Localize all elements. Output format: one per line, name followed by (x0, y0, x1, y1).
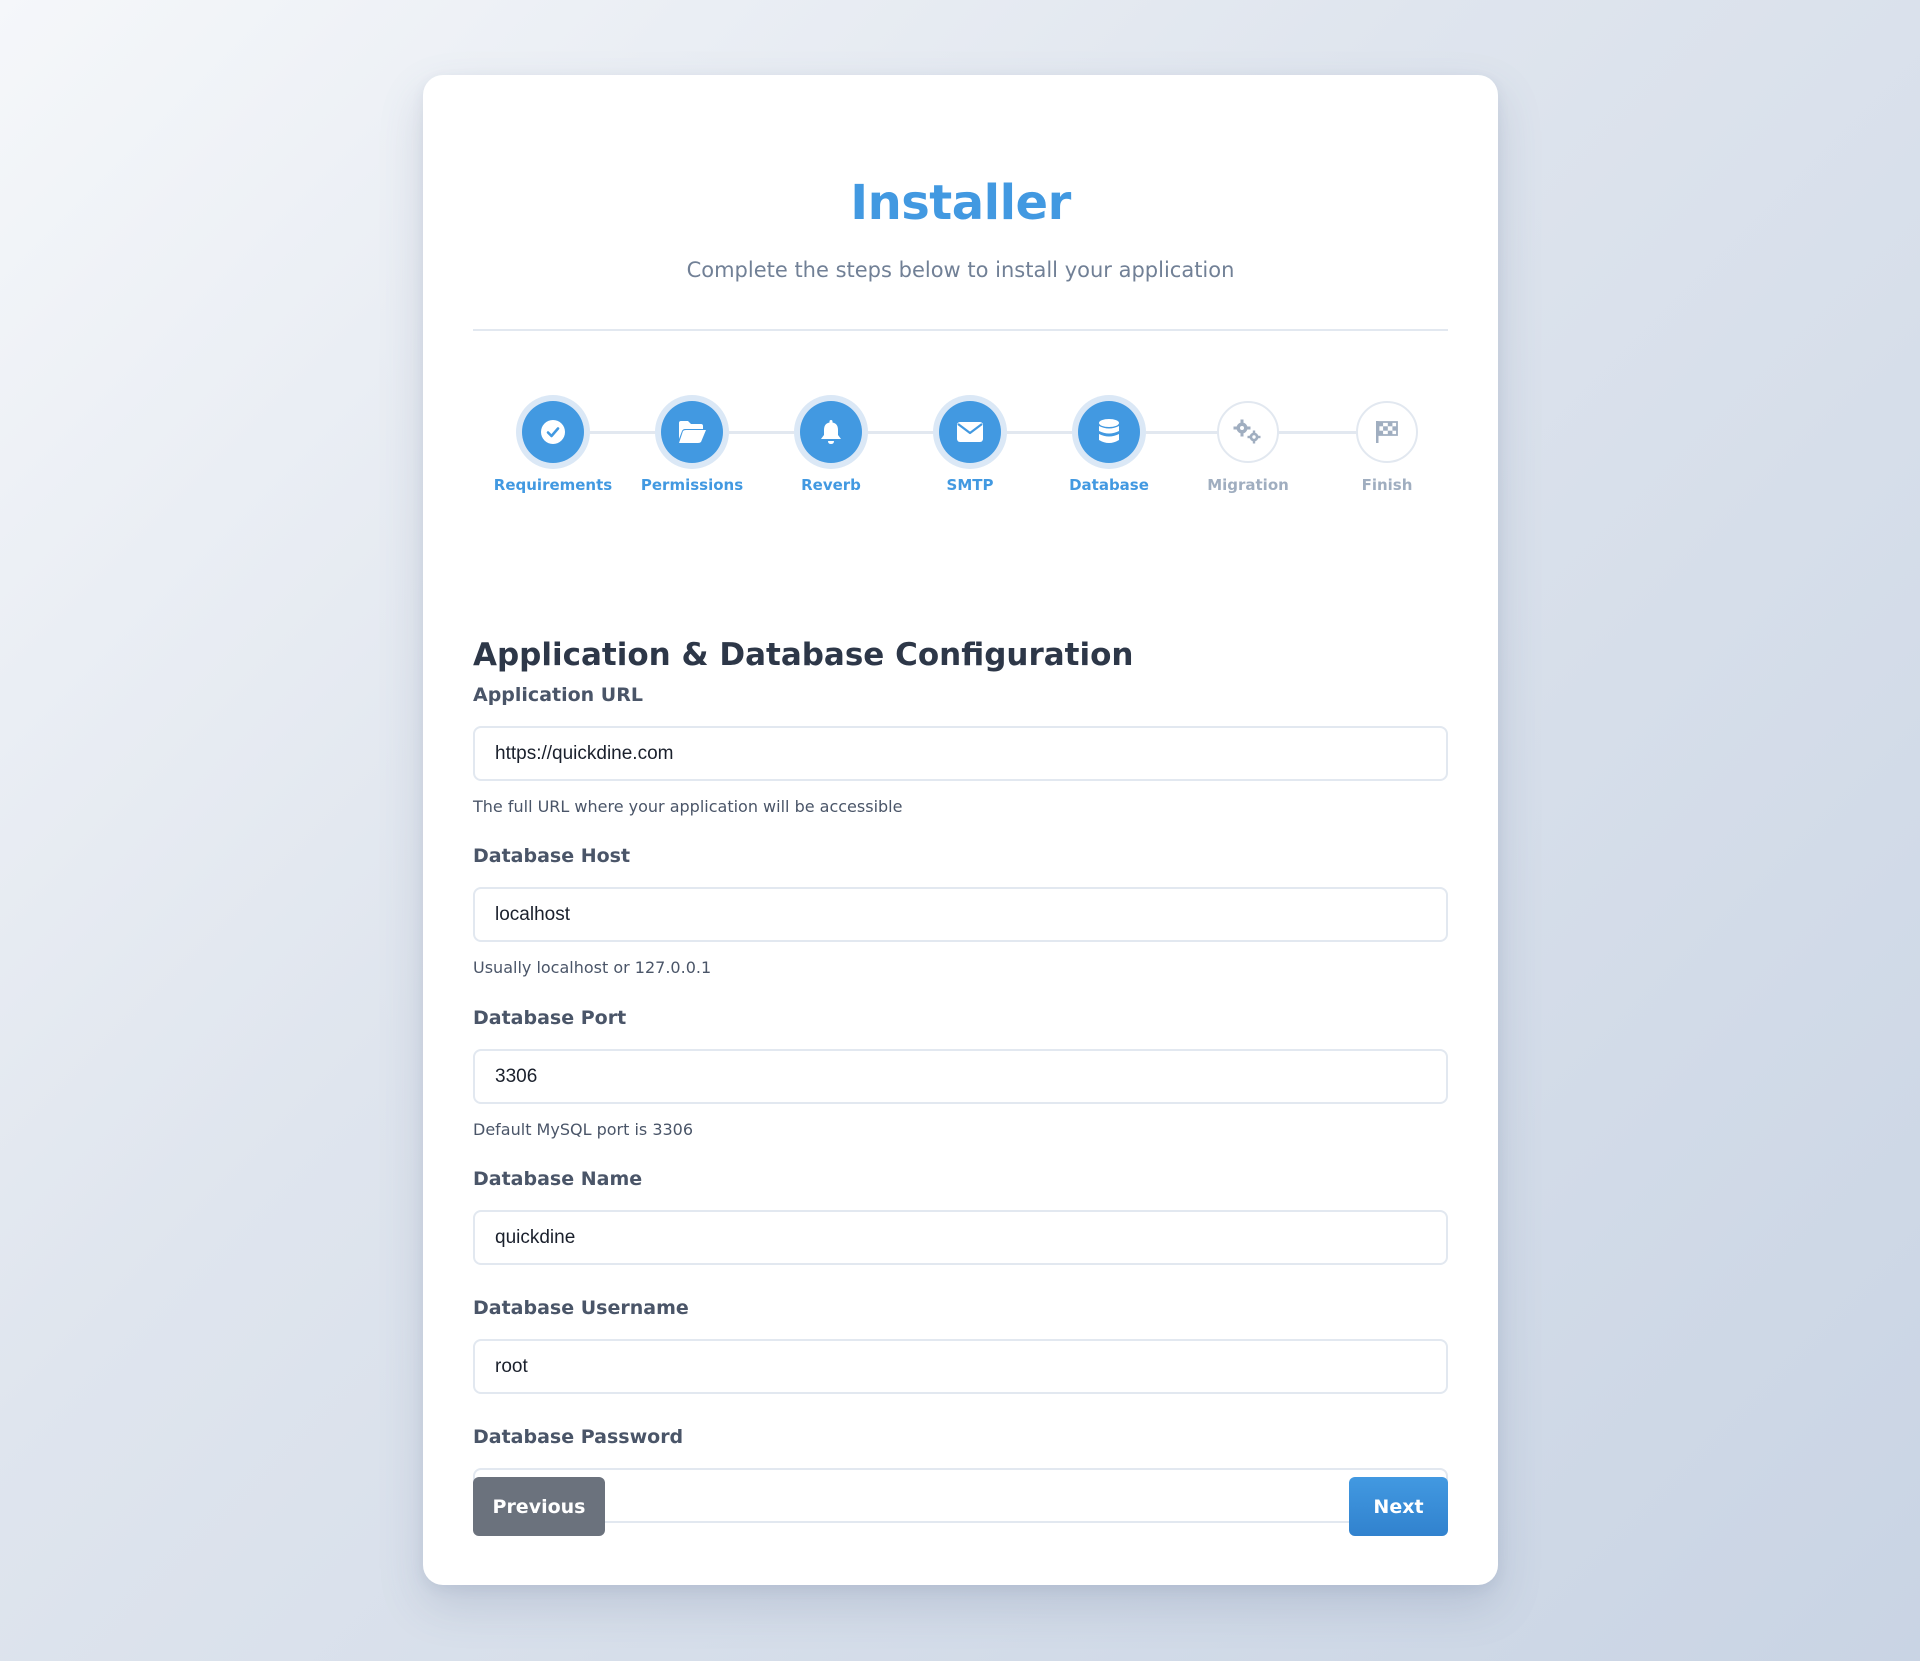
field-label: Database Password (473, 1426, 684, 1448)
database-port-input[interactable] (473, 1049, 1448, 1104)
section-title: Application & Database Configuration (473, 637, 1134, 673)
database-port-field: Database Port Default MySQL port is 3306 (473, 1005, 1448, 1139)
progress-stepper: Requirements Permissions Reverb SMTP Dat… (473, 393, 1448, 503)
bell-icon (821, 420, 841, 444)
field-label: Database Host (473, 845, 631, 867)
field-help-text: Usually localhost or 127.0.0.1 (473, 958, 712, 977)
installer-card: Installer Complete the steps below to in… (423, 75, 1498, 1585)
step-migration: Migration (1168, 393, 1328, 494)
page-title: Installer (850, 175, 1071, 231)
step-permissions: Permissions (612, 393, 772, 494)
step-label: Reverb (801, 476, 861, 494)
field-label: Database Name (473, 1168, 643, 1190)
application-url-field: Application URL The full URL where your … (473, 682, 1448, 816)
field-label: Database Port (473, 1007, 627, 1029)
database-password-input[interactable] (473, 1468, 1448, 1523)
step-requirements: Requirements (473, 393, 633, 494)
field-label: Database Username (473, 1297, 689, 1319)
next-button[interactable]: Next (1349, 1477, 1448, 1536)
database-username-input[interactable] (473, 1339, 1448, 1394)
step-reverb: Reverb (751, 393, 911, 494)
previous-button[interactable]: Previous (473, 1477, 605, 1536)
header-divider (473, 329, 1448, 331)
database-host-field: Database Host Usually localhost or 127.0… (473, 843, 1448, 977)
step-label: SMTP (946, 476, 994, 494)
field-label: Application URL (473, 684, 643, 706)
envelope-icon (957, 422, 983, 442)
database-username-field: Database Username (473, 1295, 1448, 1394)
database-host-input[interactable] (473, 887, 1448, 942)
application-url-input[interactable] (473, 726, 1448, 781)
step-label: Permissions (640, 476, 744, 494)
step-label: Database (1069, 476, 1149, 494)
gears-icon (1233, 419, 1261, 444)
step-finish: Finish (1307, 393, 1467, 494)
check-circle-icon (541, 420, 565, 444)
page-subtitle: Complete the steps below to install your… (686, 258, 1235, 282)
flag-checkered-icon (1376, 421, 1398, 443)
step-database: Database (1029, 393, 1189, 494)
database-icon (1099, 419, 1119, 443)
database-name-input[interactable] (473, 1210, 1448, 1265)
field-help-text: The full URL where your application will… (473, 797, 903, 816)
database-name-field: Database Name (473, 1166, 1448, 1265)
step-label: Finish (1361, 476, 1413, 494)
step-label: Migration (1207, 476, 1289, 494)
step-label: Requirements (493, 476, 613, 494)
folder-open-icon (679, 421, 706, 443)
database-password-field: Database Password (473, 1424, 1448, 1523)
step-smtp: SMTP (890, 393, 1050, 494)
field-help-text: Default MySQL port is 3306 (473, 1120, 694, 1139)
